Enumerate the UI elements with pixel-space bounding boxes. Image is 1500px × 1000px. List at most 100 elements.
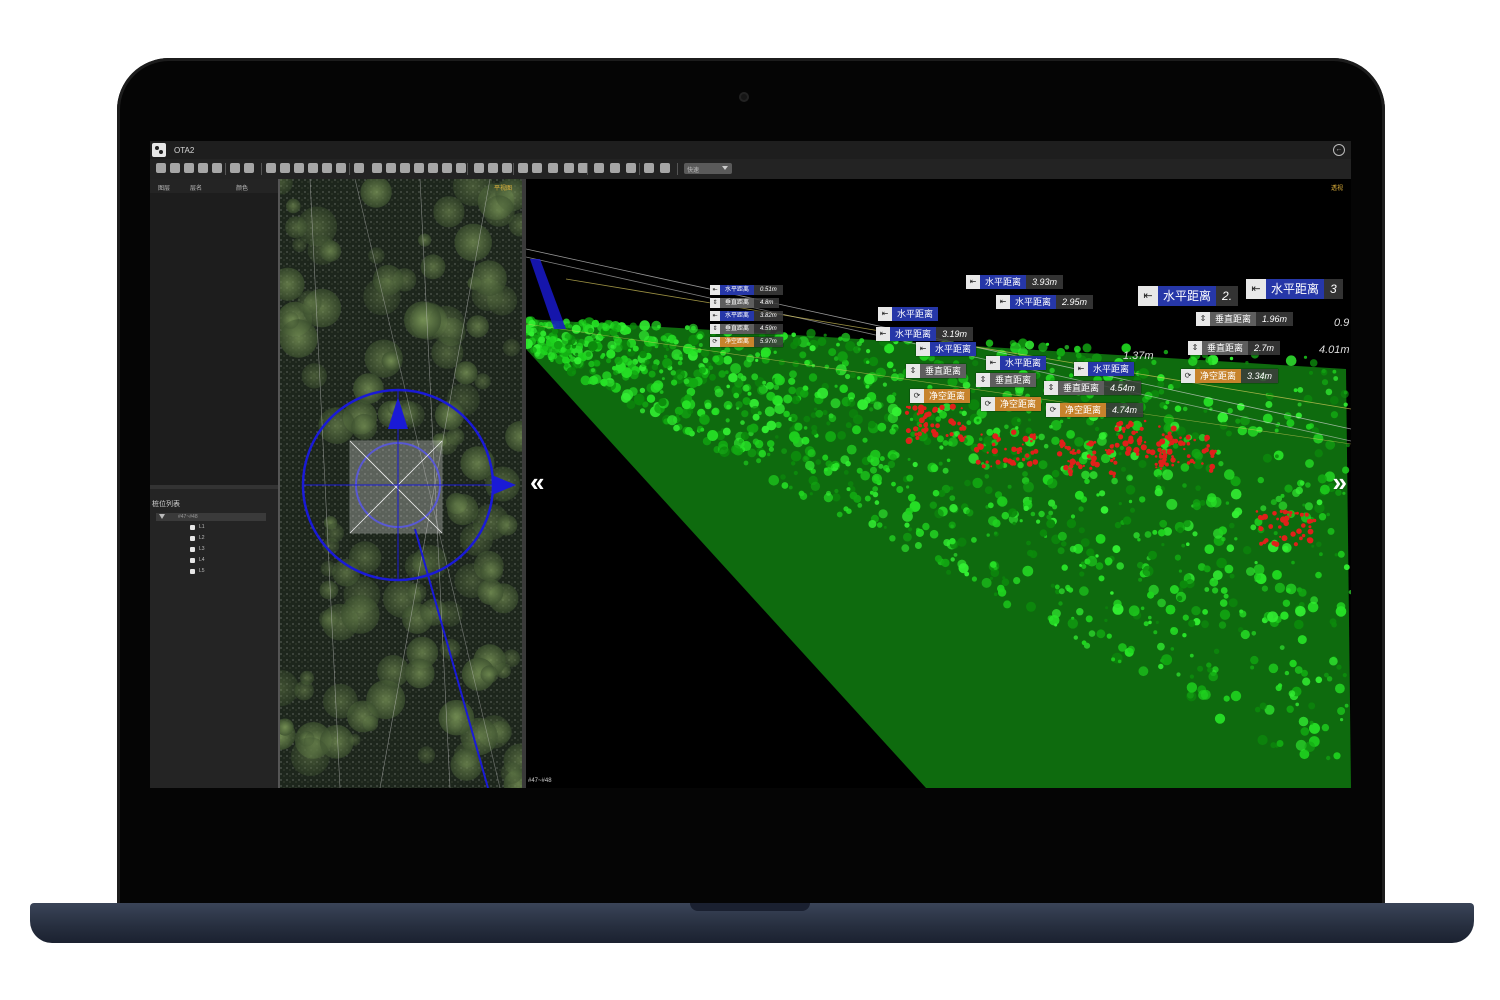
measurement-tag[interactable]: ⇤ 水平距离 0.51m <box>710 285 783 295</box>
vertical-distance-icon: ⇕ <box>906 364 920 378</box>
measurement-tag[interactable]: ⇕ 垂直距离 4.8m <box>710 298 780 308</box>
measurement-tag[interactable]: ⟳ 净空距离 4.74m <box>1046 403 1144 417</box>
toolbar-tool-icon[interactable] <box>184 163 194 173</box>
measurement-value: 2.95m <box>1056 295 1094 309</box>
measurement-tag[interactable]: ⇕ 垂直距离 2.7m <box>1188 341 1281 355</box>
layer-checkbox[interactable] <box>190 558 195 563</box>
clearance-distance-icon: ⟳ <box>710 337 720 347</box>
toolbar-tool-icon[interactable] <box>372 163 382 173</box>
measurement-name: 净空距离 <box>924 389 971 403</box>
layer-checkbox[interactable] <box>190 569 195 574</box>
toolbar-tool-icon[interactable] <box>280 163 290 173</box>
measurement-tag[interactable]: ⇤ 水平距离 <box>916 342 977 356</box>
horizontal-distance-icon: ⇤ <box>1138 286 1158 306</box>
measurement-name: 垂直距离 <box>920 364 967 378</box>
toolbar-separator <box>225 163 226 175</box>
next-span-button[interactable]: » <box>1333 469 1347 495</box>
toolbar-tool-icon[interactable] <box>626 163 636 173</box>
layer-item-label: L4 <box>199 557 205 563</box>
toolbar-tool-icon[interactable] <box>170 163 180 173</box>
app-screen: OTA2 ← 快速 图层 层名 颜色 桩位列表 #47~#48 L1 L2 L3… <box>150 141 1351 788</box>
measurement-tag[interactable]: ⇕ 垂直距离 <box>906 364 967 378</box>
measurement-tag[interactable]: ⇤ 水平距离 <box>878 307 939 321</box>
toolbar-tool-icon[interactable] <box>502 163 512 173</box>
expand-icon[interactable] <box>159 514 165 519</box>
measurement-tag[interactable]: ⇕ 垂直距离 1.96m <box>1196 312 1294 326</box>
toolbar-tool-icon[interactable] <box>336 163 346 173</box>
toolbar-tool-icon[interactable] <box>660 163 670 173</box>
title-bar: OTA2 ← <box>150 141 1351 159</box>
measurement-tag[interactable]: ⟳ 净空距离 5.97m <box>710 337 783 347</box>
measurement-tag[interactable]: ⟳ 净空距离 3.34m <box>1181 369 1279 383</box>
measurement-value: 5.97m <box>754 337 783 347</box>
measurement-tag[interactable]: ⇤ 水平距离 3 <box>1246 279 1343 299</box>
toolbar-tool-icon[interactable] <box>594 163 604 173</box>
clearance-distance-icon: ⟳ <box>910 389 924 403</box>
layer-checkbox[interactable] <box>190 525 195 530</box>
measurement-tag[interactable]: ⇤ 水平距离 3.82m <box>710 311 783 321</box>
measurement-tag[interactable]: ⇕ 垂直距离 4.59m <box>710 324 783 334</box>
toolbar-tool-icon[interactable] <box>532 163 542 173</box>
toolbar-tool-icon[interactable] <box>400 163 410 173</box>
toolbar-tool-icon[interactable] <box>610 163 620 173</box>
toolbar-tool-icon[interactable] <box>212 163 222 173</box>
toolbar-tool-icon[interactable] <box>308 163 318 173</box>
scene-view[interactable]: 透视 #47~#48 « » ⇤ 水平距离 0.51m ⇕ 垂直距离 4.8m ⇤ 水平距离 3… <box>526 179 1351 788</box>
measurement-tag[interactable]: ⇤ 水平距离 3.19m <box>876 327 974 341</box>
laptop-notch <box>690 903 810 911</box>
layer-table <box>150 193 278 485</box>
toolbar-tool-icon[interactable] <box>386 163 396 173</box>
toolbar-tool-icon[interactable] <box>354 163 364 173</box>
toolbar-tool-icon[interactable] <box>518 163 528 173</box>
toolbar-tool-icon[interactable] <box>548 163 558 173</box>
toolbar-tool-icon[interactable] <box>488 163 498 173</box>
measurement-name: 水平距离 <box>1000 356 1047 370</box>
webcam <box>739 92 749 102</box>
toolbar-separator <box>349 163 350 175</box>
span-label: #47~#48 <box>528 778 552 784</box>
toolbar-tool-icon[interactable] <box>428 163 438 173</box>
measurement-tag[interactable]: ⇤ 水平距离 2.95m <box>996 295 1094 309</box>
previous-span-button[interactable]: « <box>530 469 544 495</box>
render-mode-select[interactable]: 快速 <box>684 163 732 174</box>
toolbar-tool-icon[interactable] <box>244 163 254 173</box>
layer-item-label: L2 <box>199 535 205 541</box>
toolbar-separator <box>261 163 262 175</box>
panel-splitter[interactable] <box>150 485 278 489</box>
layer-checkbox[interactable] <box>190 547 195 552</box>
toolbar-tool-icon[interactable] <box>322 163 332 173</box>
toolbar-tool-icon[interactable] <box>442 163 452 173</box>
measurement-name: 垂直距离 <box>1058 381 1105 395</box>
toolbar-tool-icon[interactable] <box>230 163 240 173</box>
measurement-tag[interactable]: ⇤ 水平距离 3.93m <box>966 275 1064 289</box>
layer-item[interactable]: L3 <box>190 546 250 554</box>
back-icon[interactable]: ← <box>1333 144 1345 156</box>
toolbar-tool-icon[interactable] <box>294 163 304 173</box>
measurement-name: 垂直距离 <box>990 373 1037 387</box>
layer-item[interactable]: L5 <box>190 568 250 576</box>
toolbar-tool-icon[interactable] <box>564 163 574 173</box>
toolbar-tool-icon[interactable] <box>474 163 484 173</box>
measurement-tag[interactable]: ⇤ 水平距离 <box>986 356 1047 370</box>
measurement-tag[interactable]: ⇕ 垂直距离 4.54m <box>1044 381 1142 395</box>
layer-item[interactable]: L4 <box>190 557 250 565</box>
layer-checkbox[interactable] <box>190 536 195 541</box>
layer-item[interactable]: L2 <box>190 535 250 543</box>
top-view[interactable]: 平视图 <box>280 179 522 788</box>
measurement-tag[interactable]: ⇕ 垂直距离 <box>976 373 1037 387</box>
layer-item[interactable]: L1 <box>190 524 250 532</box>
measurement-name: 垂直距离 <box>720 298 755 308</box>
toolbar-tool-icon[interactable] <box>156 163 166 173</box>
toolbar-tool-icon[interactable] <box>266 163 276 173</box>
measurement-tag[interactable]: ⇤ 水平距离 <box>1074 362 1135 376</box>
toolbar-tool-icon[interactable] <box>644 163 654 173</box>
toolbar-tool-icon[interactable] <box>456 163 466 173</box>
measurement-tag[interactable]: ⇤ 水平距离 2. <box>1138 286 1239 306</box>
measurement-tag[interactable]: ⟳ 净空距离 <box>981 397 1042 411</box>
layer-header-name: 层名 <box>190 186 203 192</box>
scene-view-label: 透视 <box>1330 186 1343 192</box>
toolbar-tool-icon[interactable] <box>414 163 424 173</box>
toolbar-tool-icon[interactable] <box>198 163 208 173</box>
tower-list-row[interactable]: #47~#48 <box>156 513 266 521</box>
measurement-tag[interactable]: ⟳ 净空距离 <box>910 389 971 403</box>
